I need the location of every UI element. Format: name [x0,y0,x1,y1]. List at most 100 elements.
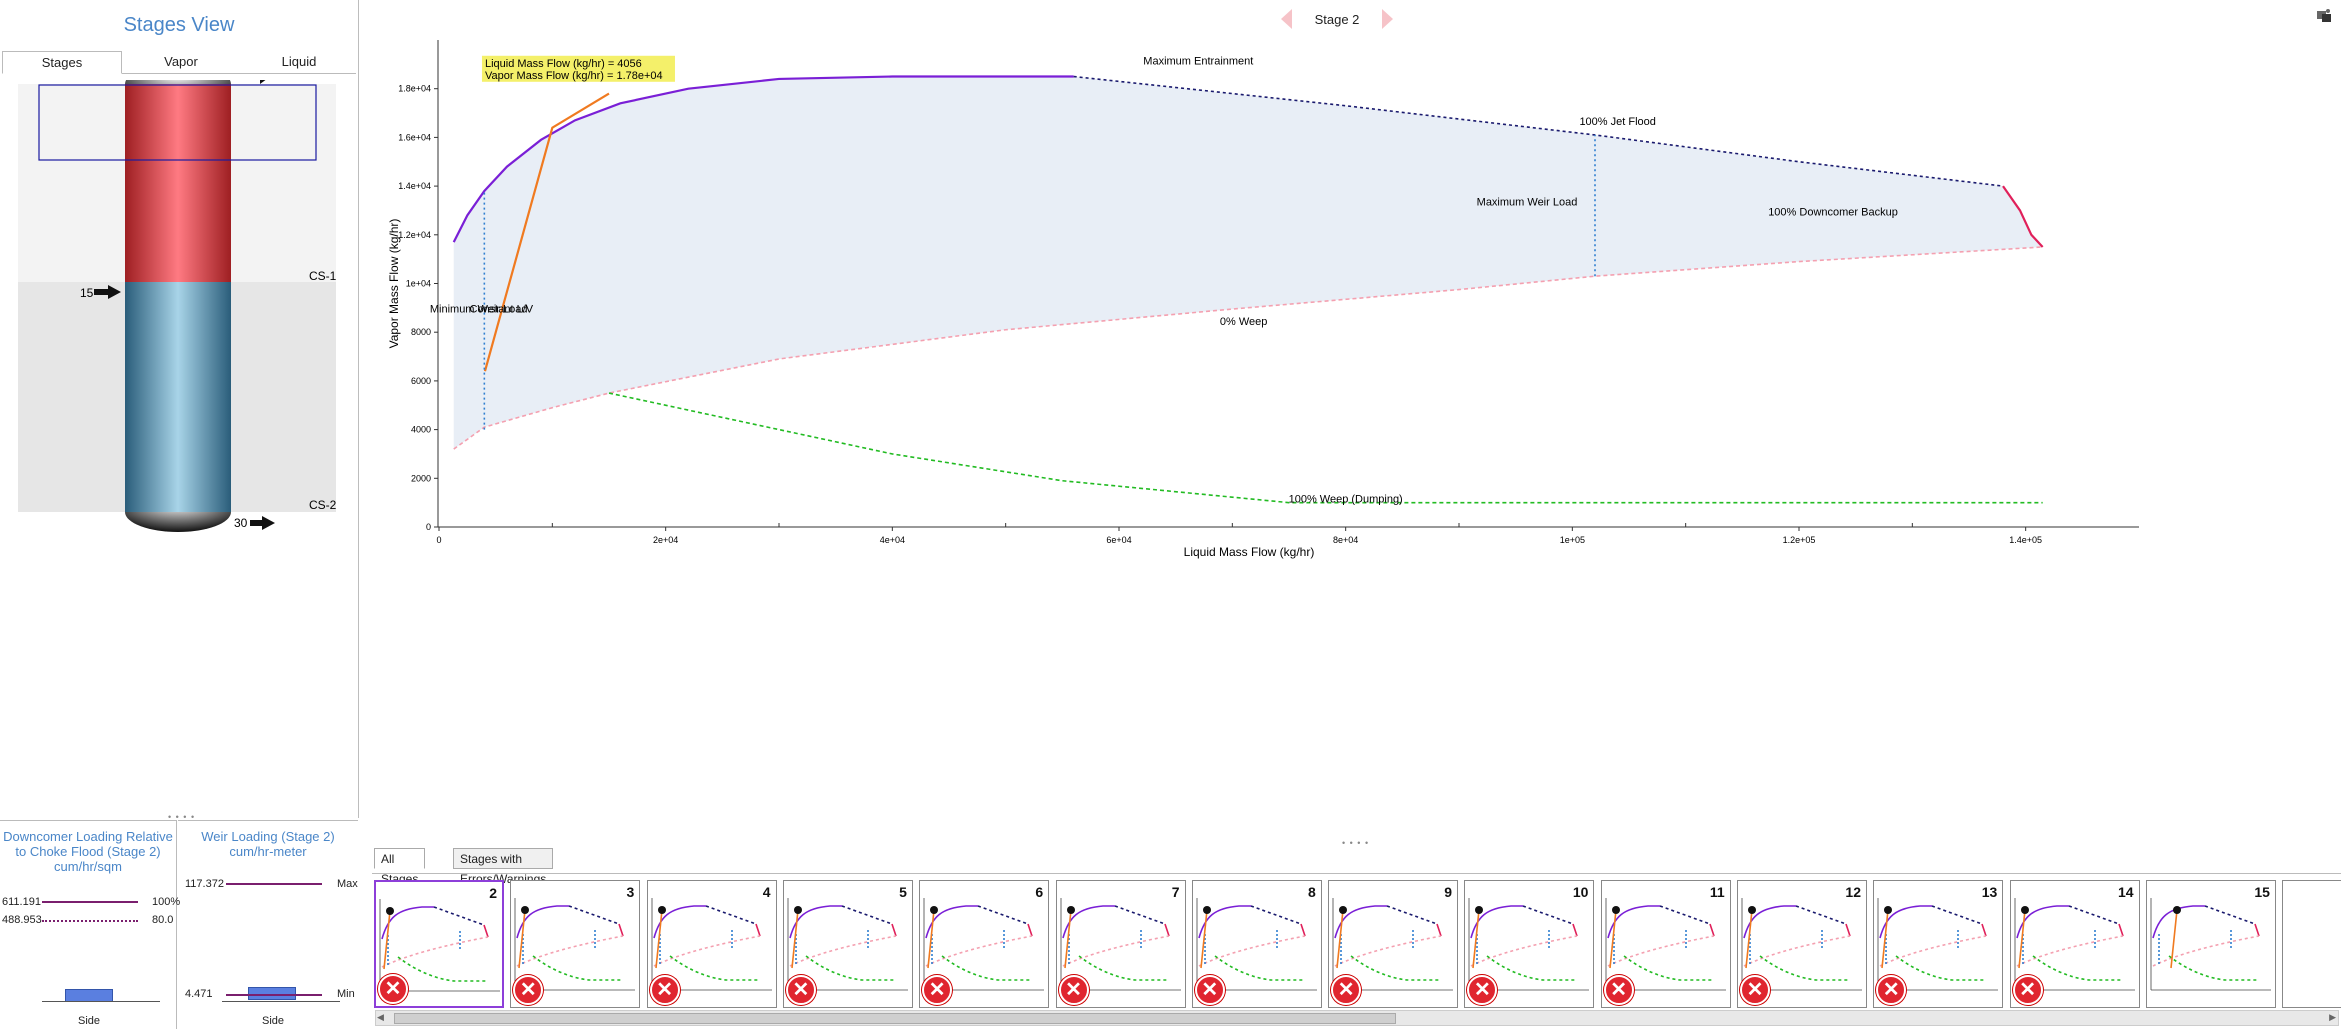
x-tick-label: 1.2e+05 [1783,535,1816,545]
stage-thumbnail-strip: 2 ✕ 3 ✕ 4 ✕ 5 ✕ 6 ✕ 7 ✕ 8 ✕ 9 ✕ 10 ✕ 11 ✕ 12 ✕ 13 ✕ 14 ✕ 15 [372,873,2341,1009]
x-tick-label: 0 [436,535,441,545]
y-tick-label: 6000 [411,376,431,386]
series-full-weep[interactable] [608,392,2043,504]
error-icon: ✕ [1058,975,1089,1005]
thumbnail-stage-number: 4 [762,884,771,900]
column-diagram[interactable]: 1 15 30 CS-1 CS-2 [0,80,358,800]
stage-thumbnail-partial[interactable] [2282,880,2341,1008]
error-icon: ✕ [1740,975,1770,1005]
chart-annotation: Constant L/V [470,304,534,316]
chart-splitter-grip[interactable]: • • • • [1342,838,1369,848]
downcomer-value-1: 611.191 [2,896,41,908]
y-tick-label: 1.2e+04 [398,230,431,240]
scroll-left-icon[interactable]: ◀ [377,1012,384,1023]
y-tick-label: 4000 [411,425,431,435]
stages-view-tabs: Stages Vapor Liquid [2,51,356,74]
chart-annotation: 0% Weep [1220,316,1268,328]
weir-loading-panel: Weir Loading (Stage 2) cum/hr-meter 117.… [178,820,358,1029]
stage-thumbnail[interactable]: 7 ✕ [1055,880,1186,1008]
downcomer-line-100 [42,901,138,903]
weir-min-value: 4.471 [185,988,213,1000]
chart-annotation: Maximum Weir Load [1477,197,1578,209]
thumbnail-stage-number: 6 [1035,884,1044,900]
column-section-cs2[interactable] [125,282,231,512]
thumbnail-stage-number: 15 [2254,884,2270,900]
y-tick-label: 1.8e+04 [398,84,431,94]
downcomer-line-80 [42,920,138,922]
tab-stages-errors[interactable]: Stages with Errors/Warnings [453,848,554,886]
top-stage-number: 1 [236,80,243,82]
data-tooltip: Liquid Mass Flow (kg/hr) = 4056 Vapor Ma… [481,55,675,82]
chart-annotation: 100% Weep (Dumping) [1289,494,1403,506]
section-cs1-label: CS-1 [309,269,337,283]
feed-stage-number: 15 [80,286,94,300]
operating-chart[interactable]: 0 2e+04 4e+04 6e+04 8e+04 1e+05 1.2e+05 1.4e+05… [360,0,2341,842]
y-tick-label: 1e+04 [406,279,431,289]
y-axis-label: Vapor Mass Flow (kg/hr) [387,219,401,349]
error-icon: ✕ [1603,975,1634,1005]
scrollbar-thumb[interactable] [394,1013,1396,1024]
stages-view-panel: Stages View Stages Vapor Liquid 15 30 CS… [0,0,359,818]
weir-axis [222,1001,340,1002]
stage-thumbnail[interactable]: 5 ✕ [782,880,913,1008]
x-tick-label: 4e+04 [880,535,905,545]
stage-thumbnail[interactable]: 8 ✕ [1191,880,1322,1008]
stage-thumbnail[interactable]: 2 ✕ [374,880,504,1008]
error-icon: ✕ [922,975,953,1005]
stage-thumbnail[interactable]: 3 ✕ [510,880,641,1008]
weir-max-label: Max [337,878,358,890]
stage-thumbnail[interactable]: 12 ✕ [1737,880,1867,1008]
downcomer-axis [42,1001,160,1002]
operating-region-fill [453,76,2043,450]
stage-thumbnail[interactable]: 13 ✕ [1873,880,2004,1008]
weir-max-value: 117.372 [185,878,224,890]
chart-annotation: 100% Downcomer Backup [1768,206,1898,218]
y-tick-label: 8000 [411,327,431,337]
stage-thumbnail[interactable]: 4 ✕ [646,880,777,1008]
thumbnail-stage-number: 8 [1308,884,1316,900]
tab-stages[interactable]: Stages [2,51,122,74]
stage-thumbnail[interactable]: 10 ✕ [1464,880,1595,1008]
tab-all-stages[interactable]: All Stages [374,848,426,886]
thumbnail-stage-number: 13 [1981,884,1998,900]
error-icon: ✕ [378,974,408,1004]
stage-thumbnail[interactable]: 15 [2145,880,2276,1008]
thumbnail-stage-number: 7 [1171,884,1180,900]
scroll-right-icon[interactable]: ▶ [2329,1012,2336,1023]
column-section-cs1[interactable] [125,84,231,282]
tab-vapor[interactable]: Vapor [122,51,240,72]
downcomer-loading-title: Downcomer Loading Relative to Choke Floo… [3,829,173,874]
downcomer-x-label: Side [78,1015,101,1027]
y-tick-label: 2000 [411,473,431,483]
x-tick-label: 1e+05 [1560,535,1585,545]
stage-thumbnail[interactable]: 9 ✕ [1328,880,1459,1008]
x-tick-label: 2e+04 [653,535,678,545]
error-icon: ✕ [2012,975,2043,1005]
x-tick-label: 8e+04 [1333,535,1358,545]
weir-max-line [226,883,322,885]
thumbnail-stage-number: 14 [2118,884,2134,900]
tooltip-line-2: Vapor Mass Flow (kg/hr) = 1.78e+04 [485,70,663,82]
error-icon: ✕ [785,975,816,1005]
thumbnail-stage-number: 10 [1572,884,1589,900]
downcomer-loading-panel: Downcomer Loading Relative to Choke Floo… [0,820,180,1029]
tab-liquid[interactable]: Liquid [240,51,358,72]
stage-1-arrow: 1 [236,80,266,84]
y-tick-label: 0 [426,522,431,532]
weir-x-label: Side [262,1015,285,1027]
stage-thumbnail[interactable]: 11 ✕ [1600,880,1731,1008]
x-axis-label: Liquid Mass Flow (kg/hr) [1184,545,1315,559]
weir-min-label: Min [337,988,355,1000]
section-cs2-label: CS-2 [309,498,337,512]
thumbnail-stage-number: 5 [899,884,907,900]
weir-min-line [226,994,322,996]
downcomer-value-2: 488.953 [2,914,42,926]
downcomer-pct-2: 80.0 [152,914,174,926]
bottom-stage-number: 30 [234,516,248,530]
error-icon: ✕ [1331,975,1362,1005]
operating-region [453,76,2043,450]
thumbnail-scrollbar[interactable]: ◀ ▶ [375,1010,2339,1026]
stage-thumbnail[interactable]: 14 ✕ [2009,880,2140,1008]
stage-thumbnail[interactable]: 6 ✕ [919,880,1050,1008]
panel-title: Stages View [123,14,235,36]
